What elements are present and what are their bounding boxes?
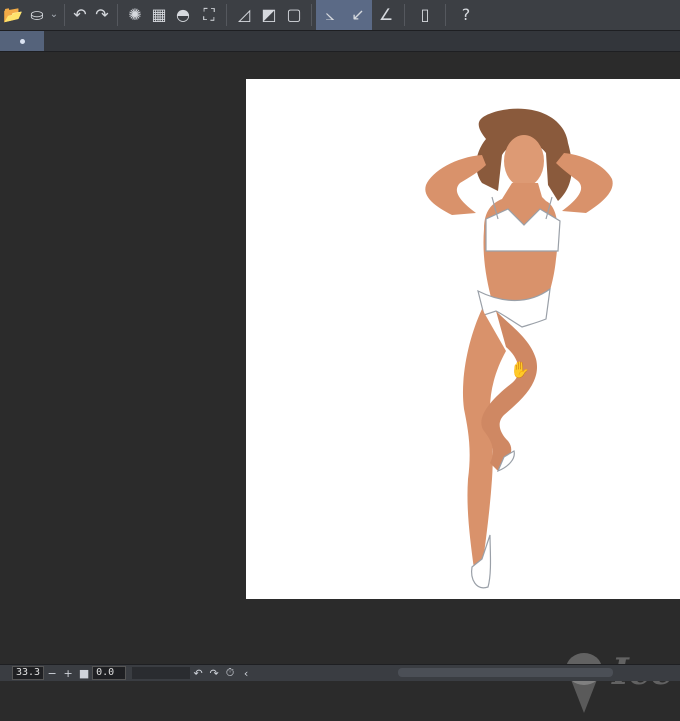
- fill-icon: ◓: [176, 5, 190, 24]
- redo-icon: ↷: [95, 5, 109, 24]
- drawing-canvas[interactable]: ✋: [246, 79, 680, 599]
- toolbar-separator: [311, 4, 312, 26]
- ruler-hatch-button[interactable]: ◿: [231, 0, 257, 30]
- selection-spinner-button[interactable]: ✺: [122, 0, 148, 30]
- snap-curve-button[interactable]: ↙: [344, 0, 372, 30]
- canvas-workspace[interactable]: ✋ Ice: [0, 52, 680, 713]
- horizontal-scrollbar[interactable]: [398, 668, 613, 677]
- zoom-in-button[interactable]: +: [60, 667, 76, 680]
- transform-icon: ⛶: [203, 5, 215, 24]
- snap-ruler-button[interactable]: ⦣: [316, 0, 344, 30]
- illustration-figure: ✋: [425, 108, 613, 589]
- redo-button[interactable]: ↷: [91, 0, 113, 30]
- open-folder-button[interactable]: 📂: [0, 0, 26, 30]
- ruler-hatch-icon: ◿: [237, 5, 251, 24]
- svg-text:✋: ✋: [510, 360, 530, 379]
- save-button[interactable]: ⛀: [26, 0, 48, 30]
- zoom-fit-button[interactable]: ■: [76, 667, 92, 680]
- zoom-out-button[interactable]: −: [44, 667, 60, 680]
- save-icon: ⛀: [30, 5, 44, 24]
- toolbar-separator: [226, 4, 227, 26]
- smartphone-icon: ▯: [420, 5, 430, 24]
- selection-spinner-icon: ✺: [128, 5, 142, 24]
- document-tab[interactable]: [0, 31, 44, 51]
- gradient-icon: ◩: [261, 5, 277, 24]
- open-folder-icon: 📂: [3, 5, 23, 24]
- frame-icon: ▢: [286, 5, 302, 24]
- zoom-input[interactable]: 33.3: [12, 666, 45, 680]
- gradient-button[interactable]: ◩: [257, 0, 281, 30]
- toolbar-separator: [445, 4, 446, 26]
- tab-unsaved-dot-icon: [19, 38, 25, 44]
- help-button[interactable]: ?: [450, 0, 482, 30]
- status-bar: 33.3 − + ■ 0.0 ↶ ↷ ⏱ ‹: [0, 664, 680, 681]
- snap-ruler-icon: ⦣: [325, 5, 335, 24]
- toolbar-separator: [117, 4, 118, 26]
- snap-curve-icon: ↙: [351, 5, 365, 24]
- ice-cream-logo-icon: [566, 653, 602, 713]
- dropdown-chevron-button[interactable]: ⌄: [48, 0, 60, 30]
- watermark: Ice: [560, 647, 680, 717]
- rotate-left-button[interactable]: ↶: [190, 667, 206, 680]
- toolbar-separator: [64, 4, 65, 26]
- smartphone-button[interactable]: ▯: [409, 0, 441, 30]
- help-icon: ?: [461, 5, 471, 24]
- undo-button[interactable]: ↶: [69, 0, 91, 30]
- undo-icon: ↶: [73, 5, 87, 24]
- fill-button[interactable]: ◓: [170, 0, 196, 30]
- toolbar-separator: [404, 4, 405, 26]
- document-tab-bar: [0, 31, 680, 52]
- snap-angle-icon: ∠: [378, 5, 394, 24]
- snap-angle-button[interactable]: ∠: [372, 0, 400, 30]
- transform-button[interactable]: ⛶: [196, 0, 222, 30]
- rotation-slider[interactable]: [132, 667, 191, 679]
- collapse-button[interactable]: ‹: [238, 667, 254, 680]
- clear-selection-icon: ▦: [151, 5, 167, 24]
- dropdown-chevron-icon: ⌄: [49, 9, 59, 20]
- frame-button[interactable]: ▢: [281, 0, 307, 30]
- clear-selection-button[interactable]: ▦: [148, 0, 170, 30]
- rotation-input[interactable]: 0.0: [92, 666, 127, 680]
- main-toolbar: 📂 ⛀ ⌄ ↶ ↷ ✺ ▦ ◓ ⛶ ◿ ◩ ▢ ⦣ ↙ ∠ ▯?: [0, 0, 680, 31]
- reset-rotation-button[interactable]: ⏱: [222, 666, 238, 680]
- rotate-right-button[interactable]: ↷: [206, 667, 222, 680]
